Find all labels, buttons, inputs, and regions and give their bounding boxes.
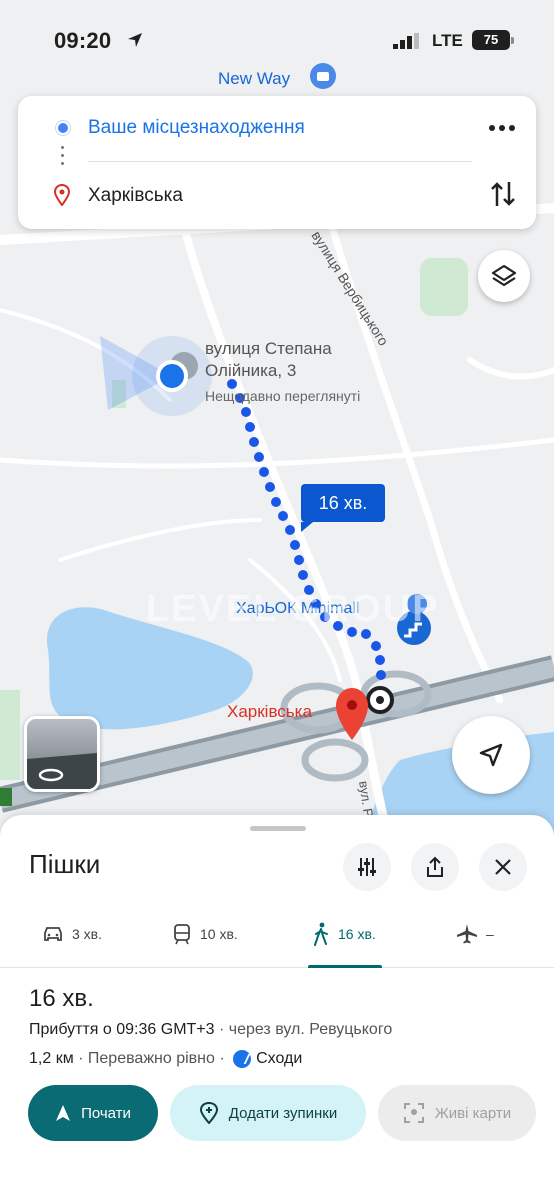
swap-icon[interactable]	[488, 176, 518, 212]
origin-field[interactable]: Ваше місцезнаходження	[88, 117, 305, 139]
destination-label: Харківська	[227, 702, 312, 721]
live-view-icon	[403, 1103, 424, 1123]
close-button[interactable]	[479, 843, 527, 891]
divider	[88, 161, 472, 162]
route-connector	[61, 146, 65, 170]
tab-flight[interactable]: –	[456, 900, 494, 968]
origin-dot-icon	[56, 121, 70, 135]
network-type: LTE	[432, 31, 463, 50]
street-view-thumbnail[interactable]	[24, 716, 100, 792]
sheet-title: Пішки	[29, 849, 101, 879]
my-location-button[interactable]	[452, 716, 530, 794]
navigation-arrow-icon	[56, 1105, 71, 1121]
stairs-icon	[233, 1050, 252, 1068]
route-details: 1,2 км · Переважно рівно · Сходи	[29, 1050, 303, 1068]
route-options-button[interactable]	[343, 843, 391, 891]
battery-icon: 75	[472, 30, 514, 50]
status-bar: 09:20 LTE 75	[0, 0, 554, 80]
current-location-dot	[156, 360, 188, 392]
destination-field[interactable]: Харківська	[88, 185, 183, 207]
eta-bubble[interactable]: 16 хв.	[301, 484, 385, 532]
watermark: LEVEL GROUP	[146, 588, 440, 630]
add-stops-button[interactable]: Додати зупинки	[170, 1085, 366, 1141]
share-icon	[427, 856, 443, 877]
place-label[interactable]: вулиця Степана Олійника, 3	[205, 338, 332, 382]
walk-icon	[314, 922, 328, 946]
tab-transit[interactable]: 10 хв.	[172, 900, 238, 968]
destination-pin-icon	[54, 184, 70, 206]
layers-button[interactable]	[478, 250, 530, 302]
tab-walk[interactable]: 16 хв.	[312, 900, 376, 968]
share-button[interactable]	[411, 843, 459, 891]
status-time: 09:20	[54, 28, 112, 53]
active-tab-indicator	[308, 965, 382, 968]
more-options-icon[interactable]	[486, 116, 518, 140]
close-icon	[495, 859, 511, 875]
add-location-icon	[199, 1102, 218, 1124]
directions-sheet: Пішки 3 хв. 10 хв. 16 хв. – 16 хв. Прибу…	[0, 815, 554, 1200]
map-canvas[interactable]: 09:20 LTE 75 New Way вулиця Вербицького …	[0, 0, 554, 850]
live-view-button[interactable]: Живі карти	[378, 1085, 536, 1141]
route-card: Ваше місцезнаходження Харківська	[18, 96, 536, 229]
arrival-line: Прибуття о 09:36 GMT+3 · через вул. Реву…	[29, 1021, 393, 1038]
travel-mode-tabs: 3 хв. 10 хв. 16 хв. –	[0, 900, 554, 968]
flight-icon	[457, 924, 477, 944]
poi-new-way[interactable]: New Way	[218, 69, 290, 89]
street-view-icon	[27, 753, 97, 789]
location-services-icon	[128, 33, 142, 47]
car-icon	[44, 927, 62, 941]
route-duration: 16 хв.	[29, 985, 94, 1012]
my-location-arrow-icon	[479, 743, 503, 767]
tab-car[interactable]: 3 хв.	[42, 900, 102, 968]
transit-icon	[174, 924, 190, 945]
layers-icon	[491, 264, 517, 287]
place-sub-label: Нещодавно переглянуті	[205, 388, 361, 404]
tune-icon	[358, 858, 376, 876]
sheet-drag-handle[interactable]	[250, 826, 306, 831]
start-navigation-button[interactable]: Почати	[28, 1085, 158, 1141]
signal-icon	[393, 33, 419, 49]
